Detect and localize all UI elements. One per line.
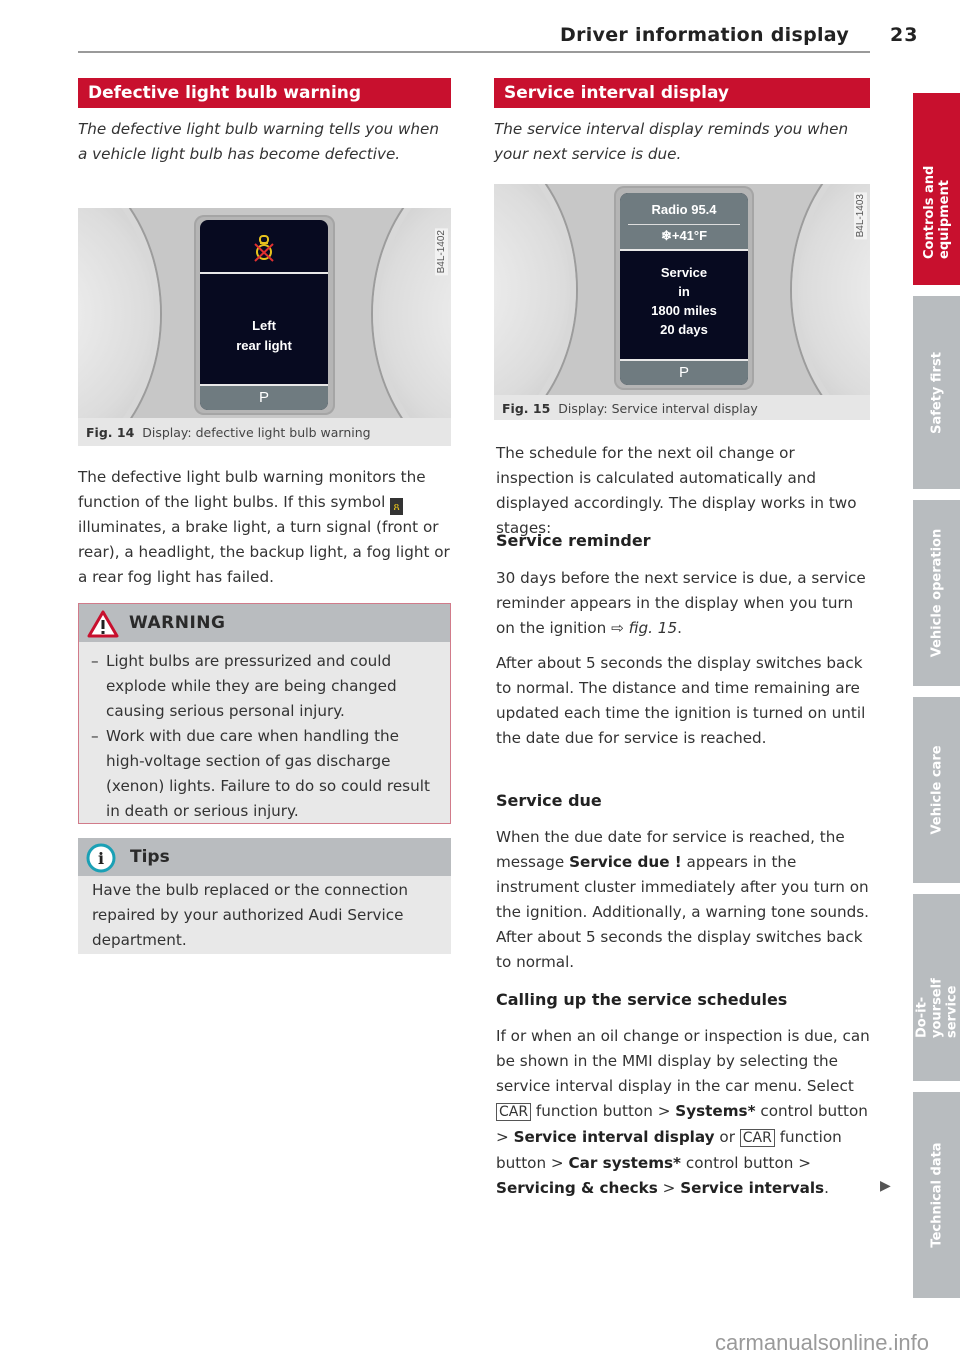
heading-calling-up: Calling up the service schedules: [496, 990, 788, 1009]
section-title-defective-bulb: Defective light bulb warning: [78, 78, 451, 108]
page-number: 23: [890, 24, 919, 46]
warning-box: WARNING – Light bulbs are pressurized and…: [78, 603, 451, 824]
warning-triangle-icon: [87, 610, 119, 638]
figure-label: Fig. 14: [86, 425, 135, 440]
instrument-cluster-image: Left rear light P B4L-1402: [78, 208, 451, 418]
info-icon: i: [86, 843, 116, 873]
tips-box: i Tips Have the bulb replaced or the con…: [78, 838, 451, 954]
display-message-line1: Left: [252, 318, 276, 333]
figure-14: Left rear light P B4L-1402 Fig. 14 Displ…: [78, 208, 451, 446]
figure-caption: Fig. 15 Display: Service interval displa…: [502, 401, 758, 416]
side-tab-controls[interactable]: Controls and equipment: [913, 93, 960, 285]
display-divider: [200, 272, 328, 274]
service-days: 20 days: [660, 322, 708, 337]
defective-bulb-body: The defective light bulb warning monitor…: [78, 465, 450, 590]
display-message-line2: rear light: [236, 338, 292, 353]
warning-title: WARNING: [129, 613, 226, 633]
bulb-warning-symbol-icon: ጸ: [390, 498, 404, 515]
bulb-failure-icon: [200, 234, 328, 266]
warning-item: – Work with due care when handling the hi…: [91, 727, 430, 820]
service-para-2: 30 days before the next service is due, …: [496, 569, 866, 637]
tips-text: Have the bulb replaced or the connection…: [92, 881, 408, 949]
display-divider: [620, 249, 748, 251]
car-button: CAR: [496, 1103, 532, 1121]
service-para-4: When the due date for service is reached…: [496, 828, 869, 971]
driver-display: Left rear light P: [200, 220, 328, 410]
side-tab-safety[interactable]: Safety first: [913, 296, 960, 489]
intro-defective-bulb: The defective light bulb warning tells y…: [78, 120, 440, 163]
side-tab-vehicle-care[interactable]: Vehicle care: [913, 697, 960, 883]
driver-display: Radio 95.4 ❄+41°F Service in 1800 miles …: [620, 193, 748, 385]
figure-caption-text: Display: defective light bulb warning: [142, 425, 371, 440]
svg-text:i: i: [98, 849, 104, 868]
watermark: carmanualsonline.info: [715, 1330, 930, 1355]
running-header-title: Driver information display: [560, 24, 850, 46]
radio-readout: Radio 95.4: [651, 202, 717, 217]
side-tab-technical-data[interactable]: Technical data: [913, 1092, 960, 1298]
gear-indicator: P: [620, 361, 748, 385]
figure-caption: Fig. 14 Display: defective light bulb wa…: [86, 425, 371, 440]
service-para-5: If or when an oil change or inspection i…: [496, 1027, 870, 1197]
section-title-service-interval: Service interval display: [494, 78, 870, 108]
heading-service-reminder: Service reminder: [496, 531, 651, 550]
service-line: in: [678, 284, 690, 299]
figure-label: Fig. 15: [502, 401, 551, 416]
intro-service-interval: The service interval display reminds you…: [494, 120, 849, 163]
display-divider: [628, 224, 740, 225]
figure-code: B4L-1402: [435, 228, 448, 276]
tips-header: i Tips: [78, 838, 451, 876]
service-para-3: After about 5 seconds the display switch…: [496, 654, 866, 747]
warning-item: – Light bulbs are pressurized and could e…: [91, 652, 397, 720]
side-tab-diy-service[interactable]: Do-it-yourself service: [913, 894, 960, 1081]
service-para-1: The schedule for the next oil change or …: [496, 444, 857, 537]
body-text: illuminates, a brake light, a turn signa…: [78, 518, 450, 586]
side-tab-vehicle-operation[interactable]: Vehicle operation: [913, 500, 960, 686]
car-button: CAR: [739, 1129, 775, 1147]
gear-indicator: P: [200, 386, 328, 410]
service-miles: 1800 miles: [651, 303, 717, 318]
temperature-readout: ❄+41°F: [660, 228, 708, 243]
figure-caption-text: Display: Service interval display: [558, 401, 758, 416]
service-line: Service: [660, 265, 708, 280]
body-text: The defective light bulb warning monitor…: [78, 468, 426, 511]
figure-code: B4L-1403: [854, 192, 867, 240]
left-gauge: [494, 184, 576, 395]
continued-arrow-icon: ▶: [880, 1178, 891, 1194]
figure-reference-link[interactable]: ⇨ fig. 15: [611, 619, 677, 637]
figure-15: Radio 95.4 ❄+41°F Service in 1800 miles …: [494, 184, 870, 420]
tips-title: Tips: [130, 847, 170, 867]
left-gauge: [78, 208, 160, 418]
instrument-cluster-image: Radio 95.4 ❄+41°F Service in 1800 miles …: [494, 184, 870, 395]
warning-header: WARNING: [79, 604, 450, 642]
header-rule: [78, 51, 870, 53]
heading-service-due: Service due: [496, 791, 602, 810]
